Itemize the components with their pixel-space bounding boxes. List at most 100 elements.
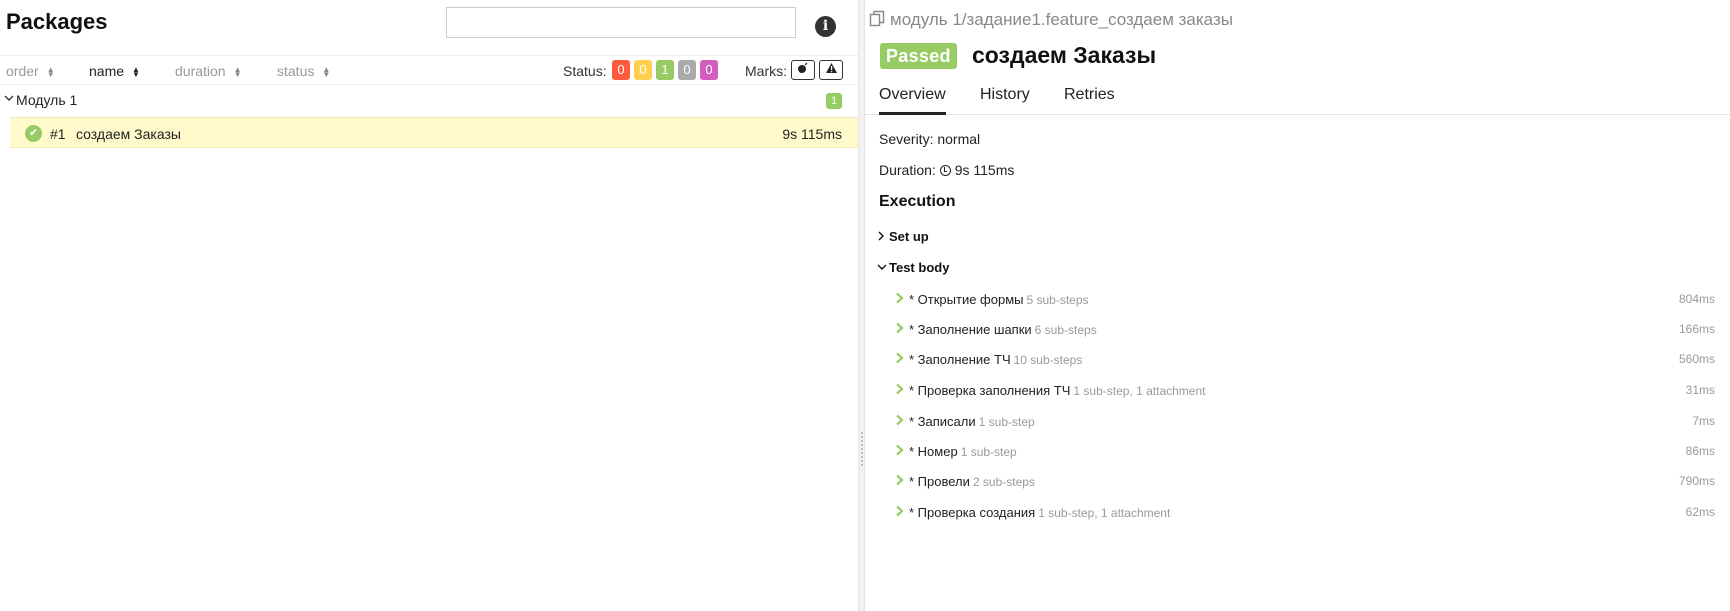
sort-arrows-icon: ▲ ▼ — [132, 65, 140, 80]
info-icon[interactable]: i — [815, 16, 836, 37]
chevron-right-icon — [895, 443, 905, 459]
chevron-right-icon — [895, 291, 905, 307]
clock-icon — [939, 165, 951, 176]
step-duration: 62ms — [1685, 505, 1715, 519]
tab-bar: Overview History Retries — [865, 82, 1730, 115]
app-root: Packages i order ▲ ▼ name ▲ ▼ duration ▲ ▼ sta… — [0, 0, 1730, 611]
test-row[interactable]: ✔ #1 создаем Заказы 9s 115ms — [10, 117, 858, 148]
step-title: * Проверка заполнения ТЧ — [909, 383, 1071, 398]
check-circle-icon: ✔ — [25, 125, 42, 142]
duration-label: Duration: — [879, 162, 936, 178]
group-count-badge: 1 — [826, 93, 842, 109]
step-title: * Заполнение шапки — [909, 322, 1032, 337]
breadcrumb-text: модуль 1/задание1.feature_создаем заказы — [890, 10, 1233, 29]
step-duration: 166ms — [1678, 322, 1715, 336]
setup-label: Set up — [889, 229, 929, 244]
sort-order[interactable]: order ▲ ▼ — [6, 63, 55, 79]
warning-icon[interactable] — [819, 60, 843, 80]
step-duration: 7ms — [1692, 414, 1715, 428]
tab-history[interactable]: History — [980, 86, 1030, 112]
step-substeps: 1 sub-step, 1 attachment — [1073, 384, 1206, 398]
chevron-right-icon — [895, 351, 905, 367]
status-passed-toggle[interactable]: 1 — [656, 60, 674, 80]
step-row[interactable]: * Заполнение ТЧ 10 sub-steps 560ms — [895, 349, 1715, 371]
step-duration: 804ms — [1678, 292, 1715, 306]
step-row[interactable]: * Заполнение шапки 6 sub-steps 166ms — [895, 319, 1715, 341]
step-substeps: 1 sub-step — [978, 415, 1035, 429]
bomb-icon[interactable] — [791, 60, 815, 80]
step-title: * Проверка создания — [909, 505, 1036, 520]
step-row[interactable]: * Провели 2 sub-steps 790ms — [895, 471, 1715, 493]
sort-label: status — [277, 63, 315, 79]
sort-name[interactable]: name ▲ ▼ — [89, 63, 140, 79]
status-broken-toggle[interactable]: 0 — [634, 60, 652, 80]
pane-title: Packages — [6, 9, 108, 34]
sort-label: name — [89, 63, 125, 79]
step-title: * Заполнение ТЧ — [909, 352, 1011, 367]
duration-line: Duration: 9s 115ms — [879, 162, 1014, 178]
step-name: * Записали 1 sub-step — [909, 414, 1035, 429]
copy-icon[interactable] — [869, 10, 886, 27]
step-duration: 790ms — [1678, 474, 1715, 488]
duration-value: 9s 115ms — [954, 162, 1015, 178]
test-name: создаем Заказы — [76, 126, 181, 142]
chevron-right-icon — [895, 382, 905, 398]
tree-group-row[interactable]: Модуль 1 1 — [0, 88, 858, 114]
step-name: * Провели 2 sub-steps — [909, 474, 1035, 489]
test-body-section[interactable]: Test body — [877, 260, 949, 275]
chevron-down-icon — [877, 260, 889, 275]
sort-status[interactable]: status ▲ ▼ — [277, 63, 330, 79]
test-duration: 9s 115ms — [782, 126, 842, 142]
chevron-right-icon — [895, 413, 905, 429]
step-name: * Проверка заполнения ТЧ 1 sub-step, 1 at… — [909, 383, 1205, 398]
breadcrumb: модуль 1/задание1.feature_создаем заказы — [869, 10, 1233, 30]
status-skipped-toggle[interactable]: 0 — [678, 60, 696, 80]
step-row[interactable]: * Проверка создания 1 sub-step, 1 attachm… — [895, 502, 1715, 524]
step-name: * Заполнение ТЧ 10 sub-steps — [909, 352, 1082, 367]
step-row[interactable]: * Проверка заполнения ТЧ 1 sub-step, 1 at… — [895, 380, 1715, 402]
sort-arrows-icon: ▲ ▼ — [46, 65, 55, 80]
search-input[interactable] — [446, 7, 796, 38]
test-details-pane: модуль 1/задание1.feature_создаем заказы… — [865, 0, 1730, 611]
status-filter-label: Status: — [563, 63, 607, 79]
page-title: создаем Заказы — [972, 42, 1157, 68]
step-duration: 560ms — [1678, 352, 1715, 366]
step-duration: 86ms — [1685, 444, 1715, 458]
sort-arrows-icon: ▲ ▼ — [233, 65, 242, 80]
setup-section[interactable]: Set up — [877, 229, 929, 244]
status-failed-toggle[interactable]: 0 — [612, 60, 630, 80]
sort-bar: order ▲ ▼ name ▲ ▼ duration ▲ ▼ status ▲ ▼ Statu… — [0, 55, 858, 85]
sort-arrows-icon: ▲ ▼ — [322, 65, 331, 80]
tab-overview[interactable]: Overview — [879, 86, 946, 115]
pane-splitter[interactable] — [858, 0, 865, 611]
chevron-right-icon — [895, 504, 905, 520]
sort-label: duration — [175, 63, 226, 79]
step-substeps: 6 sub-steps — [1034, 323, 1097, 337]
marks-filter-label: Marks: — [745, 63, 787, 79]
sort-duration[interactable]: duration ▲ ▼ — [175, 63, 242, 79]
execution-heading: Execution — [879, 193, 956, 210]
step-substeps: 10 sub-steps — [1013, 353, 1083, 367]
step-duration: 31ms — [1685, 383, 1715, 397]
step-name: * Заполнение шапки 6 sub-steps — [909, 322, 1097, 337]
step-title: * Провели — [909, 474, 970, 489]
status-unknown-toggle[interactable]: 0 — [700, 60, 718, 80]
step-row[interactable]: * Записали 1 sub-step 7ms — [895, 411, 1715, 433]
test-number: #1 — [50, 126, 66, 142]
step-substeps: 1 sub-step — [960, 445, 1017, 459]
step-substeps: 5 sub-steps — [1026, 293, 1089, 307]
step-title: * Записали — [909, 414, 976, 429]
splitter-grip[interactable] — [861, 432, 863, 466]
step-name: * Номер 1 sub-step — [909, 444, 1017, 459]
chevron-right-icon — [895, 473, 905, 489]
test-body-label: Test body — [889, 260, 950, 275]
chevron-down-icon — [4, 92, 14, 106]
step-row[interactable]: * Номер 1 sub-step 86ms — [895, 441, 1715, 463]
chevron-right-icon — [877, 229, 889, 244]
step-title: * Открытие формы — [909, 292, 1024, 307]
status-badge: Passed — [880, 43, 957, 69]
chevron-right-icon — [895, 321, 905, 337]
group-name: Модуль 1 — [16, 92, 78, 108]
tab-retries[interactable]: Retries — [1064, 86, 1115, 112]
step-row[interactable]: * Открытие формы 5 sub-steps 804ms — [895, 289, 1715, 311]
